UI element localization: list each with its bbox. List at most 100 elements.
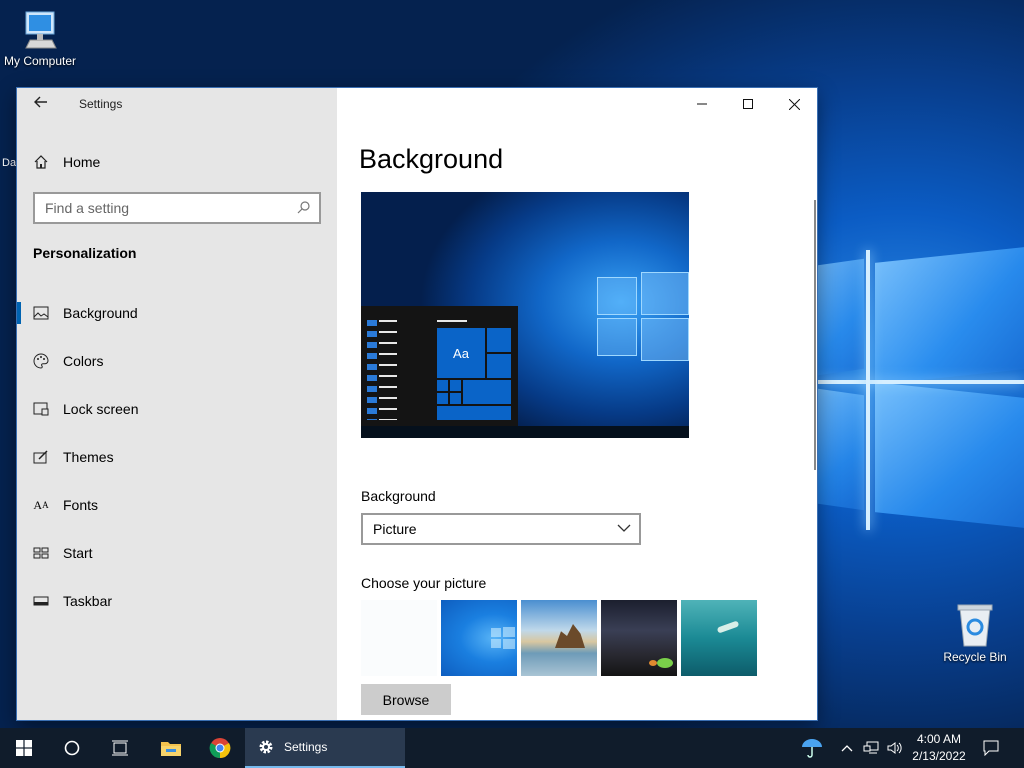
- preview-tile: [463, 380, 511, 404]
- nav-home[interactable]: Home: [33, 150, 100, 174]
- search-input[interactable]: [45, 200, 285, 216]
- minimize-button[interactable]: [679, 88, 725, 120]
- wallpaper-pane: [818, 258, 864, 376]
- speaker-icon: [887, 742, 902, 754]
- folder-icon: [161, 742, 181, 756]
- computer-icon: [25, 11, 57, 49]
- picture-thumbnails: [361, 600, 757, 676]
- weather-tray-icon[interactable]: [796, 728, 828, 768]
- chrome-icon: [209, 738, 231, 759]
- nav-item-themes[interactable]: Themes: [17, 433, 337, 481]
- maximize-button[interactable]: [725, 88, 771, 120]
- picture-icon: [33, 305, 49, 321]
- desktop-icon-label: My Computer: [3, 54, 77, 68]
- recycle-bin-icon: [957, 604, 993, 647]
- taskbar-settings-app[interactable]: Settings: [245, 728, 405, 768]
- wallpaper-light-line: [866, 250, 870, 530]
- thumb-logo: [491, 628, 501, 637]
- nav-item-label: Start: [63, 545, 93, 561]
- browse-button[interactable]: Browse: [361, 684, 451, 715]
- task-view-icon: [112, 740, 128, 756]
- preview-menu-lines: [367, 320, 377, 420]
- nav-item-label: Themes: [63, 449, 114, 465]
- preview-tile: [437, 406, 511, 420]
- volume-tray-icon[interactable]: [884, 728, 906, 768]
- chrome-button[interactable]: [196, 728, 244, 768]
- back-button[interactable]: [31, 94, 51, 114]
- preview-menu-lines: [379, 320, 397, 420]
- picture-thumbnail-underwater[interactable]: [681, 600, 757, 676]
- thumb-logo: [491, 639, 501, 648]
- nav-item-lock-screen[interactable]: Lock screen: [17, 385, 337, 433]
- nav-item-fonts[interactable]: AA Fonts: [17, 481, 337, 529]
- wallpaper-light-line: [817, 380, 1024, 384]
- clock-time: 4:00 AM: [916, 732, 962, 746]
- dropdown-value: Picture: [373, 521, 417, 537]
- nav-home-label: Home: [63, 154, 101, 170]
- content-scrollbar[interactable]: [814, 200, 816, 470]
- umbrella-icon: [802, 739, 822, 758]
- search-taskbar-button[interactable]: [48, 728, 96, 768]
- thumb-swimmer: [716, 620, 740, 634]
- desktop-icon-recycle-bin[interactable]: Recycle Bin: [935, 602, 1015, 664]
- nav-item-label: Colors: [63, 353, 104, 369]
- preview-tile: [450, 380, 461, 391]
- preview-tile: [450, 393, 461, 404]
- thumb-logo: [503, 639, 515, 649]
- preview-tile-large: Aa: [437, 328, 485, 378]
- preview-tile: [437, 380, 448, 391]
- picture-thumbnail-windows[interactable]: [441, 600, 517, 676]
- search-icon[interactable]: [297, 200, 311, 214]
- nav-item-taskbar[interactable]: Taskbar: [17, 577, 337, 625]
- settings-content-pane: Background Aa Background Picture Choose …: [337, 88, 817, 720]
- minimize-icon: [697, 103, 707, 105]
- wallpaper-pane: [875, 247, 1024, 385]
- start-button[interactable]: [0, 728, 48, 768]
- task-view-button[interactable]: [96, 728, 144, 768]
- background-preview: Aa: [361, 192, 689, 438]
- themes-icon: [33, 449, 49, 465]
- preview-tile: [487, 328, 511, 352]
- taskbar-app-label: Settings: [284, 740, 328, 754]
- taskbar-clock[interactable]: 4:00 AM 2/13/2022: [908, 731, 970, 765]
- nav-item-background[interactable]: Background: [17, 289, 337, 337]
- windows-logo-icon: [16, 740, 32, 756]
- clock-date: 2/13/2022: [912, 749, 966, 763]
- close-icon: [788, 98, 800, 110]
- nav-item-colors[interactable]: Colors: [17, 337, 337, 385]
- network-tray-icon[interactable]: [860, 728, 882, 768]
- chevron-up-icon: [841, 745, 853, 752]
- file-explorer-button[interactable]: [147, 728, 195, 768]
- preview-menu-header: [437, 320, 467, 322]
- nav-item-label: Lock screen: [63, 401, 139, 417]
- find-setting-search[interactable]: [33, 192, 321, 224]
- preview-start-menu: Aa: [361, 306, 518, 426]
- picture-thumbnail-blank[interactable]: [361, 600, 437, 676]
- home-icon: [34, 155, 48, 169]
- gear-icon: [259, 740, 273, 754]
- background-type-label: Background: [361, 488, 436, 504]
- palette-icon: [33, 353, 49, 369]
- fonts-icon: AA: [33, 497, 49, 512]
- nav-item-start[interactable]: Start: [17, 529, 337, 577]
- settings-nav-pane: Settings Home Personalization Background…: [17, 88, 337, 720]
- thumb-tent-glow: [657, 658, 673, 668]
- thumb-logo: [503, 627, 515, 637]
- picture-thumbnail-beach-rocks[interactable]: [521, 600, 597, 676]
- action-center-button[interactable]: [978, 728, 1004, 768]
- section-heading: Personalization: [33, 245, 137, 261]
- nav-item-label: Background: [63, 305, 138, 321]
- desktop-partial-label: Da: [2, 157, 17, 169]
- preview-tile: [487, 354, 511, 378]
- notification-icon: [983, 740, 999, 756]
- background-type-dropdown[interactable]: Picture: [361, 513, 641, 545]
- show-hidden-icons-button[interactable]: [838, 728, 856, 768]
- desktop-icon-my-computer[interactable]: My Computer: [0, 10, 80, 68]
- taskbar: Settings 4:00 AM 2/13/2022: [0, 728, 1024, 768]
- close-button[interactable]: [771, 88, 817, 120]
- personalization-nav-list: Background Colors Lock screen Themes AA …: [17, 289, 337, 625]
- page-title: Background: [359, 144, 504, 174]
- picture-thumbnail-night-sky[interactable]: [601, 600, 677, 676]
- taskbar-icon: [33, 593, 49, 609]
- preview-logo-pane: [597, 318, 637, 356]
